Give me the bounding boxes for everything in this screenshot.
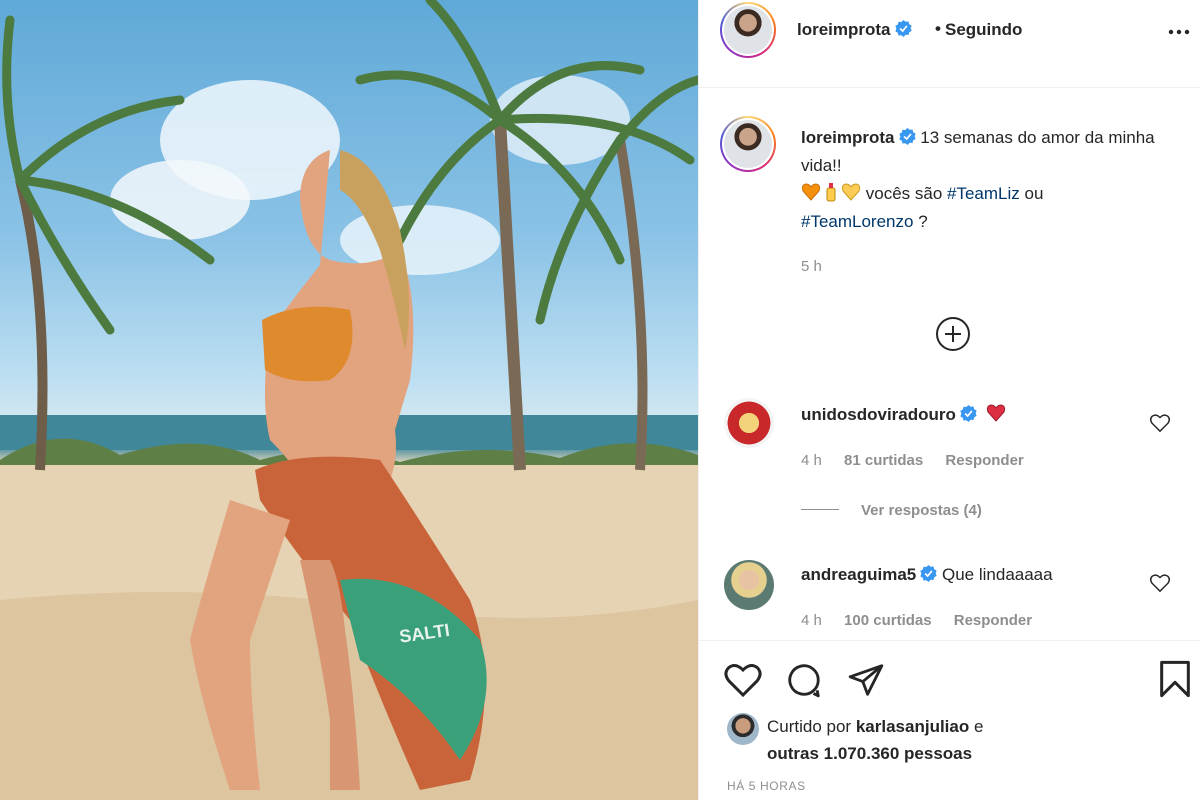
liker-avatar[interactable] [727,713,759,745]
likes-others[interactable]: outras 1.070.360 pessoas [767,744,972,763]
comment-username[interactable]: andreaguima5 [801,565,916,584]
comment-likes[interactable]: 100 curtidas [844,612,932,629]
comment-likes[interactable]: 81 curtidas [844,452,923,469]
caption-connector: ou [1024,184,1044,203]
comment-time[interactable]: 4 h [801,452,822,469]
header-avatar[interactable] [720,2,776,58]
beach-scene-illustration: SALTI [0,0,698,800]
orange-heart-icon [801,183,821,201]
caption-timestamp[interactable]: 5 h [801,258,822,275]
caption-avatar[interactable] [720,116,776,172]
caption-text-mid: vocês são [865,184,943,203]
verified-badge-icon [898,128,916,145]
commenter-avatar[interactable] [724,560,774,610]
like-comment-heart-icon[interactable] [1149,573,1171,593]
post-actions: Curtido por karlasanjuliao e outras 1.07… [699,640,1200,800]
load-more-comments-icon[interactable] [935,316,971,352]
replies-divider [801,509,839,510]
reply-button[interactable]: Responder [954,612,1032,629]
post-side-panel: loreimprota • Seguindo loreimprota 13 se… [698,0,1200,800]
header-username[interactable]: loreimprota [797,20,891,39]
comment-bubble-icon[interactable] [785,661,823,699]
comment-time[interactable]: 4 h [801,612,822,629]
reply-button[interactable]: Responder [945,452,1023,469]
post-timestamp[interactable]: HÁ 5 HORAS [727,779,806,793]
view-replies-button[interactable]: Ver respostas (4) [801,502,982,519]
share-paper-plane-icon[interactable] [847,661,885,699]
comment-text: Que lindaaaaa [942,565,1053,584]
verified-badge-icon [960,405,977,422]
hashtag-teamliz-link[interactable]: #TeamLiz [947,184,1020,203]
likes-and: e [973,717,984,736]
like-comment-heart-icon[interactable] [1149,413,1171,433]
likes-summary: Curtido por karlasanjuliao e outras 1.07… [767,713,1187,767]
header-separator: • [935,19,941,38]
red-heart-emoji-icon [986,404,1005,422]
following-button[interactable]: Seguindo [945,20,1022,40]
liker-username[interactable]: karlasanjuliao [856,717,969,736]
caption-username[interactable]: loreimprota [801,128,895,147]
caption-end: ? [918,212,928,231]
verified-badge-icon [920,565,937,582]
commenter-avatar[interactable] [724,398,774,448]
baby-bottle-icon [826,183,836,202]
verified-badge-icon [894,20,912,37]
more-options-icon[interactable] [1167,28,1191,36]
like-heart-icon[interactable] [723,661,763,699]
save-bookmark-icon[interactable] [1157,659,1193,699]
likes-prefix: Curtido por [767,717,852,736]
comment-username[interactable]: unidosdoviradouro [801,405,956,424]
post-header: loreimprota • Seguindo [699,0,1200,88]
view-replies-label: Ver respostas (4) [861,502,982,519]
hashtag-teamlorenzo-link[interactable]: #TeamLorenzo [801,212,913,231]
caption-text: loreimprota 13 semanas do amor da minha … [801,124,1181,236]
yellow-heart-icon [841,183,861,201]
post-photo[interactable]: SALTI [0,0,698,800]
